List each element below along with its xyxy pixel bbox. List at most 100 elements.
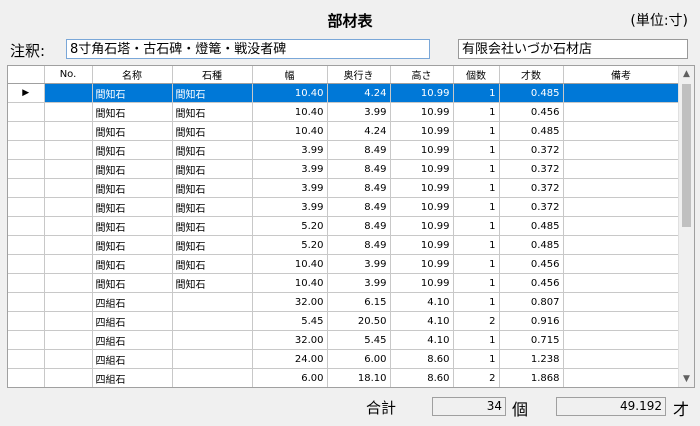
row-height-cell[interactable]: 4.10 xyxy=(390,330,454,350)
row-width-cell[interactable]: 3.99 xyxy=(252,197,328,217)
row-note-cell[interactable] xyxy=(563,102,680,122)
row-name-cell[interactable]: 間知石 xyxy=(92,254,173,274)
row-qty-cell[interactable]: 1 xyxy=(453,102,500,122)
row-height-cell[interactable]: 10.99 xyxy=(390,140,454,160)
row-note-cell[interactable] xyxy=(563,216,680,236)
row-depth-cell[interactable]: 8.49 xyxy=(327,216,391,236)
row-stone-cell[interactable]: 間知石 xyxy=(172,140,253,160)
row-qty-cell[interactable]: 1 xyxy=(453,349,500,369)
row-qty-cell[interactable]: 1 xyxy=(453,121,500,141)
row-name-cell[interactable]: 間知石 xyxy=(92,197,173,217)
row-stone-cell[interactable]: 間知石 xyxy=(172,235,253,255)
row-qty-cell[interactable]: 1 xyxy=(453,330,500,350)
row-depth-cell[interactable]: 4.24 xyxy=(327,121,391,141)
row-width-cell[interactable]: 10.40 xyxy=(252,83,328,103)
row-stone-cell[interactable] xyxy=(172,292,253,312)
col-header-width[interactable]: 幅 xyxy=(252,66,328,84)
row-name-cell[interactable]: 四組石 xyxy=(92,292,173,312)
row-no-cell[interactable] xyxy=(44,102,93,122)
row-header[interactable] xyxy=(8,330,45,350)
row-depth-cell[interactable]: 8.49 xyxy=(327,197,391,217)
row-sai-cell[interactable]: 0.456 xyxy=(499,102,564,122)
row-note-cell[interactable] xyxy=(563,292,680,312)
row-height-cell[interactable]: 4.10 xyxy=(390,292,454,312)
row-stone-cell[interactable]: 間知石 xyxy=(172,254,253,274)
row-name-cell[interactable]: 間知石 xyxy=(92,178,173,198)
row-note-cell[interactable] xyxy=(563,311,680,331)
parts-grid[interactable]: No. 名称 石種 幅 奥行き 高さ 個数 才数 備考 ▶ 間知石 間知石 10.40… xyxy=(7,65,695,388)
row-name-cell[interactable]: 間知石 xyxy=(92,121,173,141)
row-height-cell[interactable]: 10.99 xyxy=(390,83,454,103)
row-qty-cell[interactable]: 2 xyxy=(453,311,500,331)
row-depth-cell[interactable]: 6.15 xyxy=(327,292,391,312)
row-width-cell[interactable]: 32.00 xyxy=(252,330,328,350)
table-row[interactable]: 間知石 間知石 5.20 8.49 10.99 1 0.485 xyxy=(8,216,680,236)
row-stone-cell[interactable] xyxy=(172,368,253,387)
row-note-cell[interactable] xyxy=(563,330,680,350)
row-stone-cell[interactable]: 間知石 xyxy=(172,273,253,293)
scroll-thumb[interactable] xyxy=(682,84,691,227)
row-width-cell[interactable]: 32.00 xyxy=(252,292,328,312)
table-row[interactable]: 間知石 間知石 10.40 3.99 10.99 1 0.456 xyxy=(8,273,680,293)
row-qty-cell[interactable]: 2 xyxy=(453,368,500,387)
row-no-cell[interactable] xyxy=(44,349,93,369)
table-row[interactable]: 間知石 間知石 3.99 8.49 10.99 1 0.372 xyxy=(8,159,680,179)
row-width-cell[interactable]: 6.00 xyxy=(252,368,328,387)
row-no-cell[interactable] xyxy=(44,311,93,331)
row-width-cell[interactable]: 5.20 xyxy=(252,235,328,255)
row-height-cell[interactable]: 10.99 xyxy=(390,102,454,122)
row-height-cell[interactable]: 10.99 xyxy=(390,254,454,274)
row-note-cell[interactable] xyxy=(563,178,680,198)
table-row[interactable]: 間知石 間知石 10.40 3.99 10.99 1 0.456 xyxy=(8,102,680,122)
scroll-down-icon[interactable]: ▼ xyxy=(679,371,694,387)
row-width-cell[interactable]: 5.20 xyxy=(252,216,328,236)
row-no-cell[interactable] xyxy=(44,235,93,255)
row-stone-cell[interactable]: 間知石 xyxy=(172,178,253,198)
col-header-height[interactable]: 高さ xyxy=(390,66,454,84)
row-stone-cell[interactable] xyxy=(172,330,253,350)
row-stone-cell[interactable] xyxy=(172,311,253,331)
row-stone-cell[interactable]: 間知石 xyxy=(172,197,253,217)
row-name-cell[interactable]: 四組石 xyxy=(92,349,173,369)
row-no-cell[interactable] xyxy=(44,368,93,387)
row-header[interactable] xyxy=(8,216,45,236)
row-depth-cell[interactable]: 8.49 xyxy=(327,140,391,160)
row-sai-cell[interactable]: 0.485 xyxy=(499,121,564,141)
row-header[interactable] xyxy=(8,235,45,255)
row-header[interactable] xyxy=(8,273,45,293)
row-sai-cell[interactable]: 1.868 xyxy=(499,368,564,387)
current-row-marker-icon[interactable]: ▶ xyxy=(8,83,45,103)
row-depth-cell[interactable]: 3.99 xyxy=(327,102,391,122)
col-header-qty[interactable]: 個数 xyxy=(453,66,500,84)
row-width-cell[interactable]: 3.99 xyxy=(252,159,328,179)
row-header[interactable] xyxy=(8,197,45,217)
row-name-cell[interactable]: 間知石 xyxy=(92,159,173,179)
row-header[interactable] xyxy=(8,159,45,179)
row-sai-cell[interactable]: 0.485 xyxy=(499,235,564,255)
row-name-cell[interactable]: 間知石 xyxy=(92,216,173,236)
row-note-cell[interactable] xyxy=(563,349,680,369)
row-header[interactable] xyxy=(8,140,45,160)
row-qty-cell[interactable]: 1 xyxy=(453,159,500,179)
row-stone-cell[interactable]: 間知石 xyxy=(172,102,253,122)
row-sai-cell[interactable]: 0.916 xyxy=(499,311,564,331)
row-name-cell[interactable]: 間知石 xyxy=(92,235,173,255)
row-name-cell[interactable]: 四組石 xyxy=(92,311,173,331)
row-depth-cell[interactable]: 4.24 xyxy=(327,83,391,103)
row-no-cell[interactable] xyxy=(44,254,93,274)
table-row[interactable]: 四組石 32.00 5.45 4.10 1 0.715 xyxy=(8,330,680,350)
row-width-cell[interactable]: 10.40 xyxy=(252,121,328,141)
row-no-cell[interactable] xyxy=(44,292,93,312)
row-sai-cell[interactable]: 0.372 xyxy=(499,159,564,179)
row-qty-cell[interactable]: 1 xyxy=(453,197,500,217)
row-name-cell[interactable]: 四組石 xyxy=(92,330,173,350)
row-note-cell[interactable] xyxy=(563,368,680,387)
scroll-up-icon[interactable]: ▲ xyxy=(679,66,694,82)
row-note-cell[interactable] xyxy=(563,159,680,179)
row-note-cell[interactable] xyxy=(563,197,680,217)
row-depth-cell[interactable]: 3.99 xyxy=(327,273,391,293)
row-no-cell[interactable] xyxy=(44,330,93,350)
row-note-cell[interactable] xyxy=(563,273,680,293)
row-header[interactable] xyxy=(8,102,45,122)
row-name-cell[interactable]: 間知石 xyxy=(92,140,173,160)
